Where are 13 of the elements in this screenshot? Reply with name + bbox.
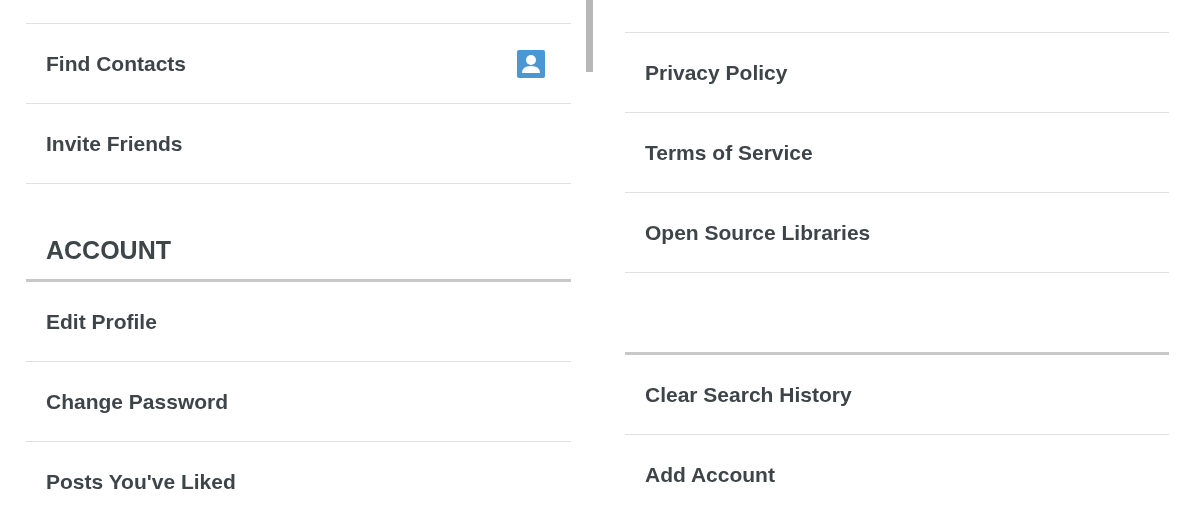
menu-item[interactable]: Invite Friends <box>46 131 183 156</box>
menu-item[interactable]: Posts You've Liked <box>46 469 236 494</box>
menu-item[interactable]: Privacy Policy <box>645 60 788 85</box>
scrollbar <box>586 0 593 72</box>
menu-item[interactable]: Add Account <box>645 462 775 487</box>
menu-item[interactable]: Find Contacts <box>46 51 186 76</box>
menu-item[interactable]: Edit Profile <box>46 309 157 334</box>
menu-item[interactable]: Change Password <box>46 389 229 414</box>
section-header: ACCOUNT <box>26 184 571 282</box>
menu-item[interactable]: Terms of Service <box>645 140 813 165</box>
contact-icon <box>517 49 545 78</box>
menu-item[interactable]: Open Source Libraries <box>645 220 871 245</box>
menu-item[interactable]: Clear Search History <box>645 382 852 407</box>
